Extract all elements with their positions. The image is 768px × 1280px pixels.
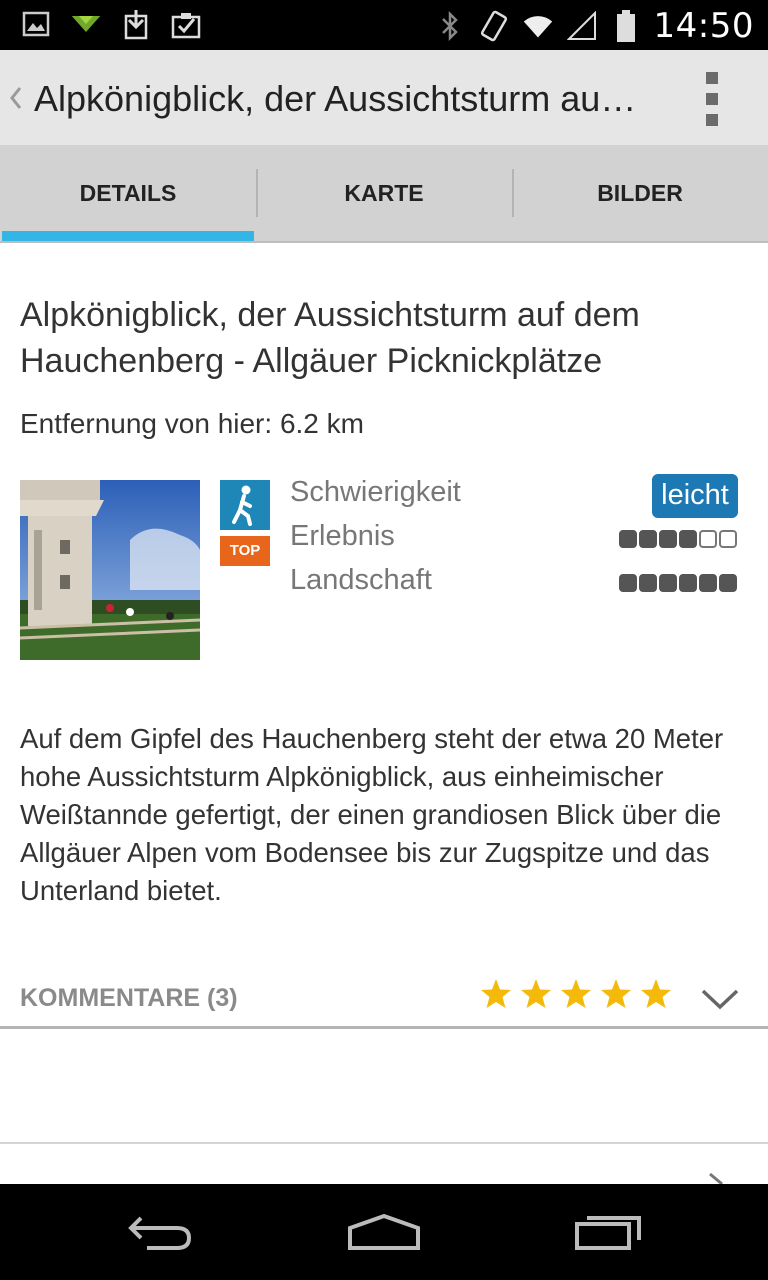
star-icon <box>641 979 671 1008</box>
clock: 14:50 <box>653 6 754 46</box>
difficulty-label: Schwierigkeit <box>290 476 461 508</box>
tab-bilder[interactable]: BILDER <box>512 145 768 241</box>
rating-dot-filled <box>659 574 677 592</box>
chevron-down-icon[interactable] <box>700 986 740 1012</box>
star-icon <box>481 979 511 1008</box>
tab-karte[interactable]: KARTE <box>256 145 512 241</box>
action-bar: Alpkönigblick, der Aussichtsturm auf dem… <box>0 50 768 145</box>
signal-icon <box>566 10 598 42</box>
rating-dot-filled <box>719 574 737 592</box>
tower-photo[interactable] <box>20 480 200 660</box>
experience-rating <box>619 530 737 548</box>
back-nav-icon[interactable] <box>110 1202 210 1262</box>
bluetooth-icon <box>434 10 466 42</box>
description-text: Auf dem Gipfel des Hauchenberg steht der… <box>20 723 724 906</box>
rating-dot-filled <box>639 530 657 548</box>
tab-details[interactable]: DETAILS <box>0 145 256 241</box>
home-nav-icon[interactable] <box>334 1202 434 1262</box>
overflow-menu-icon[interactable] <box>700 72 724 126</box>
arrow-icon <box>70 8 102 40</box>
landscape-rating <box>619 574 737 592</box>
rating-dot-filled <box>699 574 717 592</box>
divider <box>0 1142 768 1144</box>
rating-dot-filled <box>619 530 637 548</box>
top-badge: TOP <box>220 536 270 566</box>
rating-dot-filled <box>659 530 677 548</box>
tab-bar: DETAILS KARTE BILDER <box>0 145 768 243</box>
hiking-icon <box>220 480 270 530</box>
rating-dot-filled <box>679 574 697 592</box>
wifi-icon <box>522 10 554 42</box>
action-bar-title[interactable]: Alpkönigblick, der Aussichtsturm auf dem… <box>34 78 644 120</box>
navigation-bar <box>0 1184 768 1280</box>
landscape-label: Landschaft <box>290 564 432 596</box>
page-title: Alpkönigblick, der Aussichtsturm auf dem… <box>20 296 640 380</box>
star-icon <box>521 979 551 1008</box>
rating-dot-filled <box>679 530 697 548</box>
rating-dot-empty <box>699 530 717 548</box>
comments-star-rating <box>480 978 672 1010</box>
download-icon <box>120 8 152 40</box>
image-icon <box>20 8 52 40</box>
comments-header[interactable]: KOMMENTARE (3) <box>20 984 238 1013</box>
clipboard-check-icon <box>170 8 202 40</box>
distance-text: Entfernung von hier: 6.2 km <box>20 408 364 439</box>
rating-dot-filled <box>639 574 657 592</box>
star-icon <box>561 979 591 1008</box>
chevron-right-icon[interactable] <box>706 1172 726 1184</box>
back-icon[interactable] <box>6 78 28 118</box>
rating-dot-empty <box>719 530 737 548</box>
experience-label: Erlebnis <box>290 520 395 552</box>
rating-dot-filled <box>619 574 637 592</box>
status-bar: 14:50 <box>0 0 768 50</box>
recent-apps-icon[interactable] <box>558 1202 658 1262</box>
difficulty-badge: leicht <box>652 474 738 518</box>
divider <box>0 1026 768 1029</box>
star-icon <box>601 979 631 1008</box>
vibrate-icon <box>478 10 510 42</box>
battery-icon <box>610 10 642 42</box>
